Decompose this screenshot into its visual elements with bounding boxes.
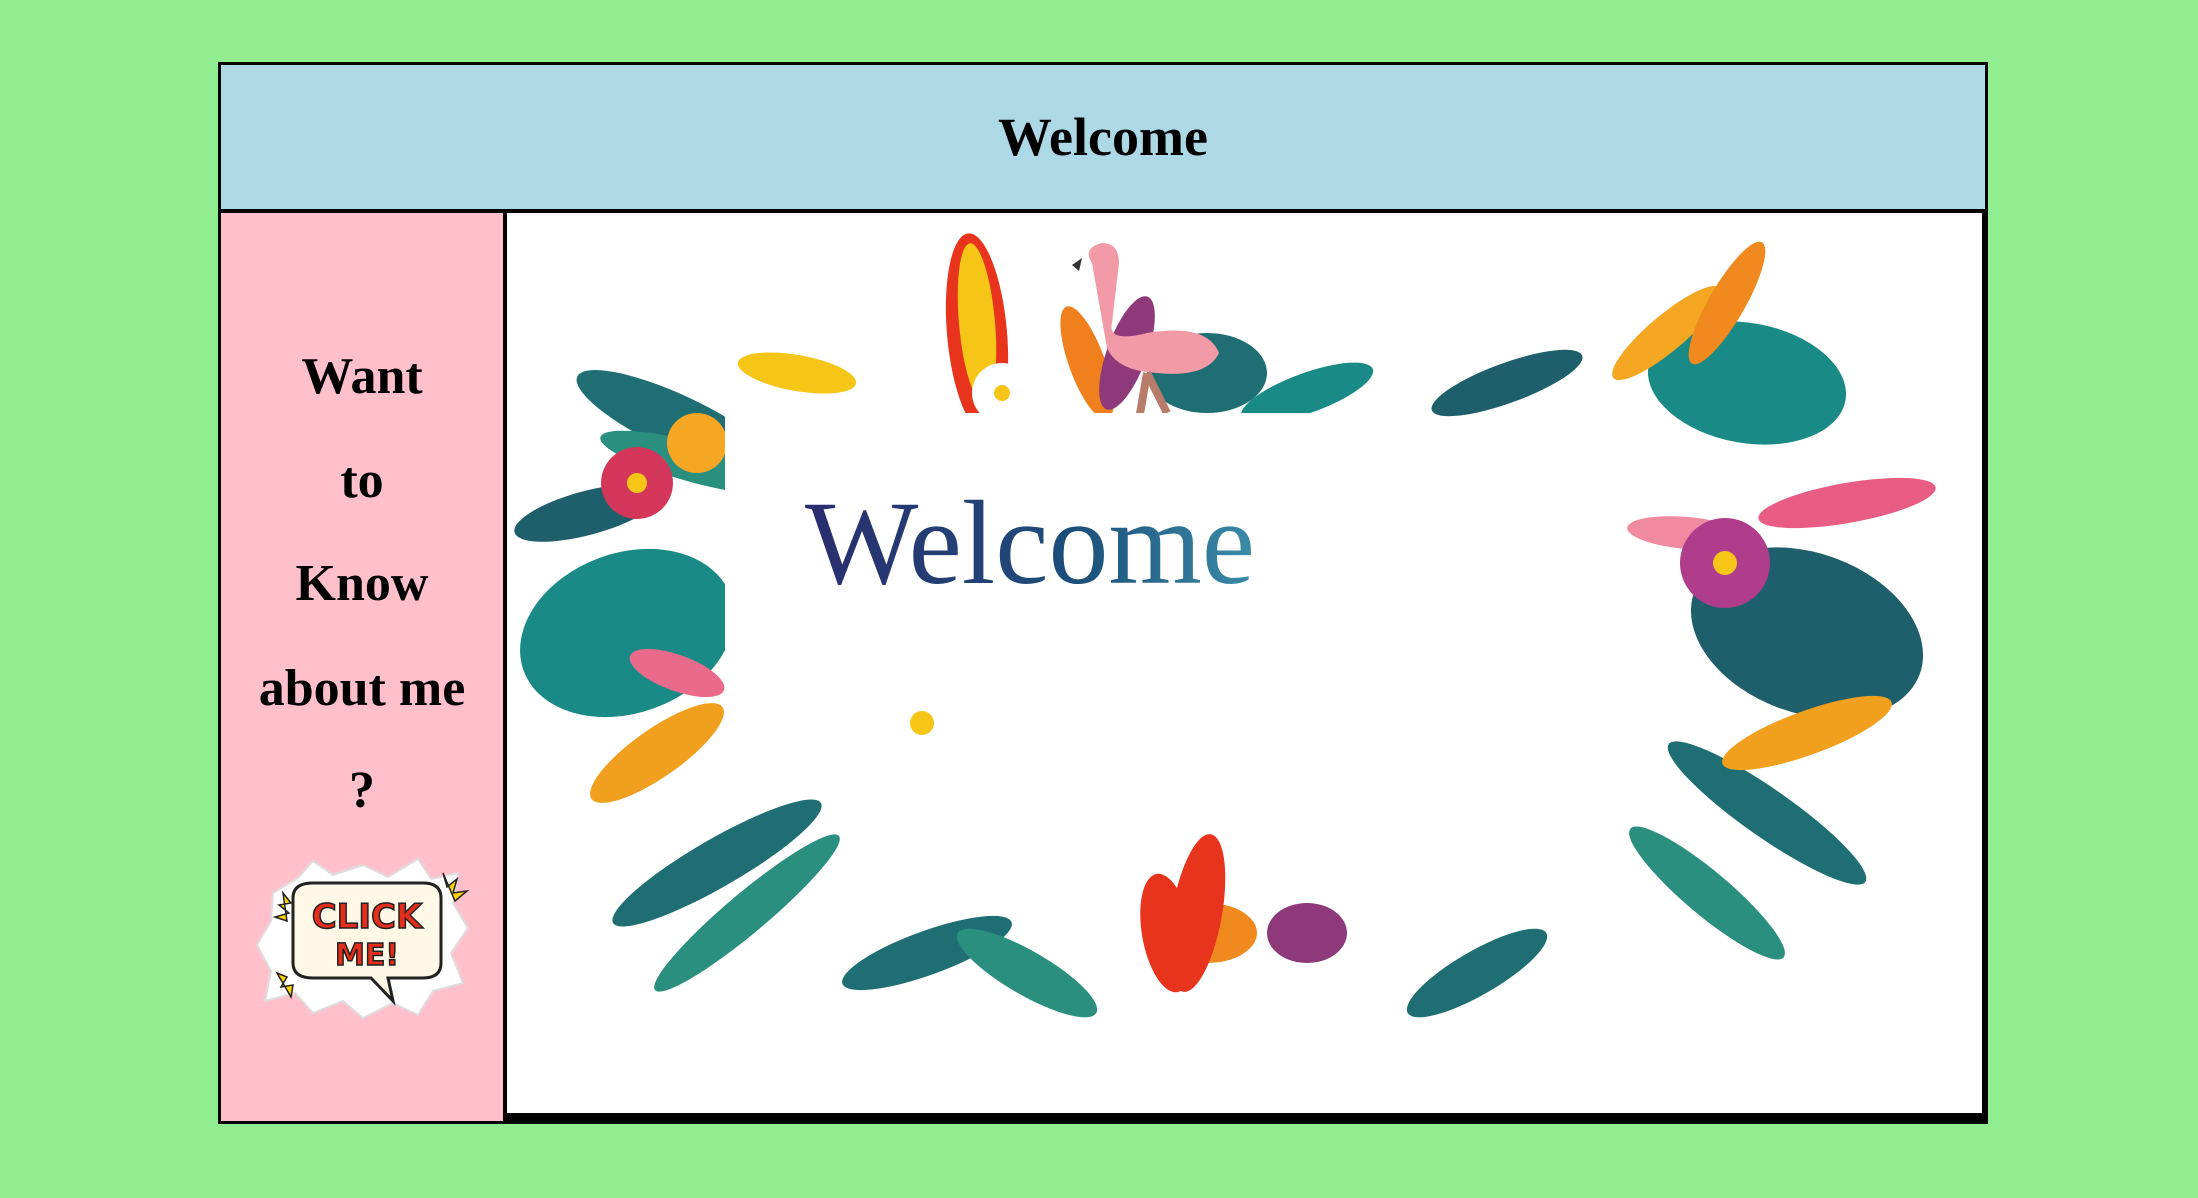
header-bar: Welcome — [221, 65, 1985, 213]
sidebar-text-line-4: about me — [258, 660, 466, 717]
click-me-line-1: CLICK — [312, 897, 424, 937]
click-me-sticker-icon: CLICK ME! — [255, 857, 470, 1020]
sidebar-text-line-2: to — [340, 452, 384, 509]
welcome-banner-image: Welcome — [514, 233, 1936, 1018]
sidebar-text-line-3: Know — [295, 555, 429, 612]
page-title: Welcome — [998, 107, 1208, 167]
main-content: Welcome — [507, 213, 1985, 1121]
sidebar-text-line-1: Want — [301, 348, 423, 405]
click-me-line-2: ME! — [335, 938, 399, 973]
sidebar-text-line-5: ? — [349, 762, 375, 819]
page-frame: Welcome Want to Know about me ? CLICK ME… — [218, 62, 1988, 1124]
click-me-button[interactable]: CLICK ME! — [253, 853, 473, 1023]
sidebar: Want to Know about me ? CLICK ME! — [221, 213, 507, 1121]
welcome-banner-text: Welcome — [805, 476, 1255, 609]
